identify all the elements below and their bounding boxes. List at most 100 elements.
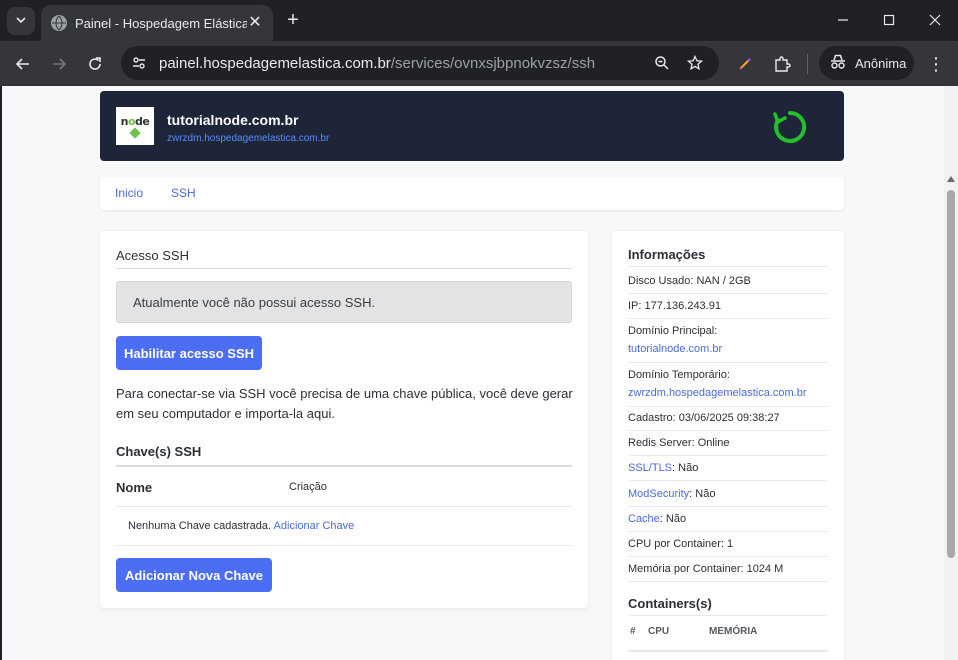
address-bar[interactable]: painel.hospedagemelastica.com.br/service… [121, 46, 719, 80]
main-domain-label: Domínio Principal: [628, 325, 718, 337]
extensions-puzzle-icon[interactable] [768, 50, 796, 78]
site-temp-domain[interactable]: zwrzdm.hospedagemelastica.com.br [167, 133, 329, 144]
zoom-icon[interactable] [650, 51, 674, 75]
info-divider [628, 531, 828, 532]
forward-button[interactable] [45, 50, 73, 78]
logo-hexagon [129, 127, 141, 139]
chevron-down-icon [15, 14, 27, 29]
globe-icon [51, 15, 67, 31]
info-cpu: CPU por Container: 1 [628, 538, 734, 550]
incognito-profile-button[interactable]: Anônima [819, 46, 914, 80]
ssh-section-title: Acesso SSH [116, 248, 189, 263]
empty-keys-text: Nenhuma Chave cadastrada. [128, 520, 272, 532]
site-domain: tutorialnode.com.br [167, 112, 299, 128]
page-viewport: node tutorialnode.com.br zwrzdm.hospedag… [2, 86, 944, 660]
info-divider [628, 455, 828, 456]
info-main-domain: Domínio Principal: tutorialnode.com.br [628, 322, 828, 358]
url-host: painel.hospedagemelastica.com.br [159, 54, 391, 72]
more-menu-icon[interactable]: ⋮ [924, 50, 948, 78]
info-temp-domain: Domínio Temporário: zwrzdm.hospedagemela… [628, 366, 828, 402]
tab-title: Painel - Hospedagem Elástica [75, 15, 247, 31]
new-tab-button[interactable]: + [281, 9, 305, 33]
enable-ssh-button[interactable]: Habilitar acesso SSH [116, 336, 262, 370]
ssl-value: : Não [672, 462, 699, 474]
modsecurity-value: : Não [689, 488, 716, 500]
info-divider [628, 406, 828, 407]
ssh-instructions: Para conectar-se via SSH você precisa de… [116, 386, 573, 421]
nodejs-logo: node [116, 107, 154, 145]
column-header-created: Criação [289, 481, 327, 493]
temp-domain-link[interactable]: zwrzdm.hospedagemelastica.com.br [628, 384, 828, 402]
close-window-button[interactable] [912, 0, 958, 40]
info-divider [628, 650, 828, 652]
info-divider [628, 318, 828, 319]
maximize-button[interactable] [866, 0, 912, 40]
column-header-name: Nome [116, 480, 153, 495]
info-divider [628, 430, 828, 431]
info-disk: Disco Usado: NAN / 2GB [628, 275, 751, 287]
info-memory: Memória por Container: 1024 M [628, 563, 784, 575]
empty-keys-row: Nenhuma Chave cadastrada. Adicionar Chav… [128, 520, 354, 532]
info-redis: Redis Server: Online [628, 437, 730, 449]
containers-col-memory: MEMÓRIA [709, 626, 758, 637]
breadcrumb: Inicio SSH [100, 177, 844, 210]
modsecurity-link[interactable]: ModSecurity [628, 488, 689, 500]
table-divider [116, 545, 572, 546]
url-text: painel.hospedagemelastica.com.br/service… [159, 55, 595, 72]
cache-link[interactable]: Cache [628, 513, 660, 525]
info-divider [628, 615, 828, 616]
browser-toolbar: painel.hospedagemelastica.com.br/service… [0, 41, 958, 86]
minimize-button[interactable] [820, 0, 866, 40]
add-key-link[interactable]: Adicionar Chave [274, 520, 355, 532]
info-created: Cadastro: 03/06/2025 09:38:27 [628, 412, 780, 424]
info-divider [628, 266, 828, 267]
info-divider [628, 581, 828, 582]
info-divider [628, 506, 828, 507]
browser-tab[interactable]: Painel - Hospedagem Elástica ✕ [41, 5, 273, 41]
url-path: /services/ovnxsjbpnokvzsz/ssh [390, 54, 596, 72]
info-divider [628, 362, 828, 363]
ssh-keys-title: Chave(s) SSH [116, 444, 202, 459]
refresh-status-icon[interactable] [772, 109, 808, 145]
back-button[interactable] [9, 50, 37, 78]
pen-extension-icon[interactable] [731, 50, 759, 78]
containers-col-hash: # [630, 626, 636, 637]
containers-col-cpu: CPU [648, 626, 670, 637]
info-ip: IP: 177.136.243.91 [628, 300, 721, 312]
containers-title: Containers(s) [628, 596, 712, 611]
logo-text-de: de [135, 115, 150, 128]
temp-domain-label: Domínio Temporário: [628, 369, 730, 381]
info-divider [628, 480, 828, 481]
info-modsecurity: ModSecurity: Não [628, 485, 828, 503]
info-divider [628, 556, 828, 557]
toolbar-separator [807, 54, 808, 74]
scroll-up-arrow-icon[interactable] [947, 176, 955, 182]
incognito-icon [829, 54, 847, 73]
info-cache: Cache: Não [628, 510, 828, 528]
reload-button[interactable] [81, 50, 109, 78]
site-info-icon[interactable] [126, 50, 152, 76]
ssh-title-text: Acesso SSH [116, 248, 189, 263]
add-new-key-button[interactable]: Adicionar Nova Chave [116, 558, 272, 592]
section-divider [116, 268, 572, 269]
keys-divider [116, 465, 572, 467]
page-scrollbar[interactable] [944, 86, 958, 660]
info-card: Informações Disco Usado: NAN / 2GB IP: 1… [612, 231, 844, 660]
bookmark-star-icon[interactable] [683, 51, 707, 75]
breadcrumb-ssh-link[interactable]: SSH [171, 186, 196, 200]
main-domain-link[interactable]: tutorialnode.com.br [628, 340, 828, 358]
breadcrumb-home-link[interactable]: Inicio [115, 186, 143, 200]
tab-strip: Painel - Hospedagem Elástica ✕ + [0, 0, 958, 41]
info-ssl: SSL/TLS: Não [628, 459, 828, 477]
ssl-link[interactable]: SSL/TLS [628, 462, 672, 474]
ssh-access-card: Acesso SSH Atualmente você não possui ac… [100, 231, 588, 608]
scrollbar-thumb[interactable] [947, 190, 955, 558]
incognito-label: Anônima [855, 55, 907, 71]
cache-value: : Não [659, 513, 687, 525]
info-title: Informações [628, 247, 706, 262]
close-tab-icon[interactable]: ✕ [247, 15, 263, 31]
no-ssh-alert: Atualmente você não possui acesso SSH. [116, 281, 572, 323]
table-divider [116, 506, 572, 507]
tab-search-button[interactable] [7, 7, 35, 35]
site-header-card: node tutorialnode.com.br zwrzdm.hospedag… [100, 91, 844, 161]
